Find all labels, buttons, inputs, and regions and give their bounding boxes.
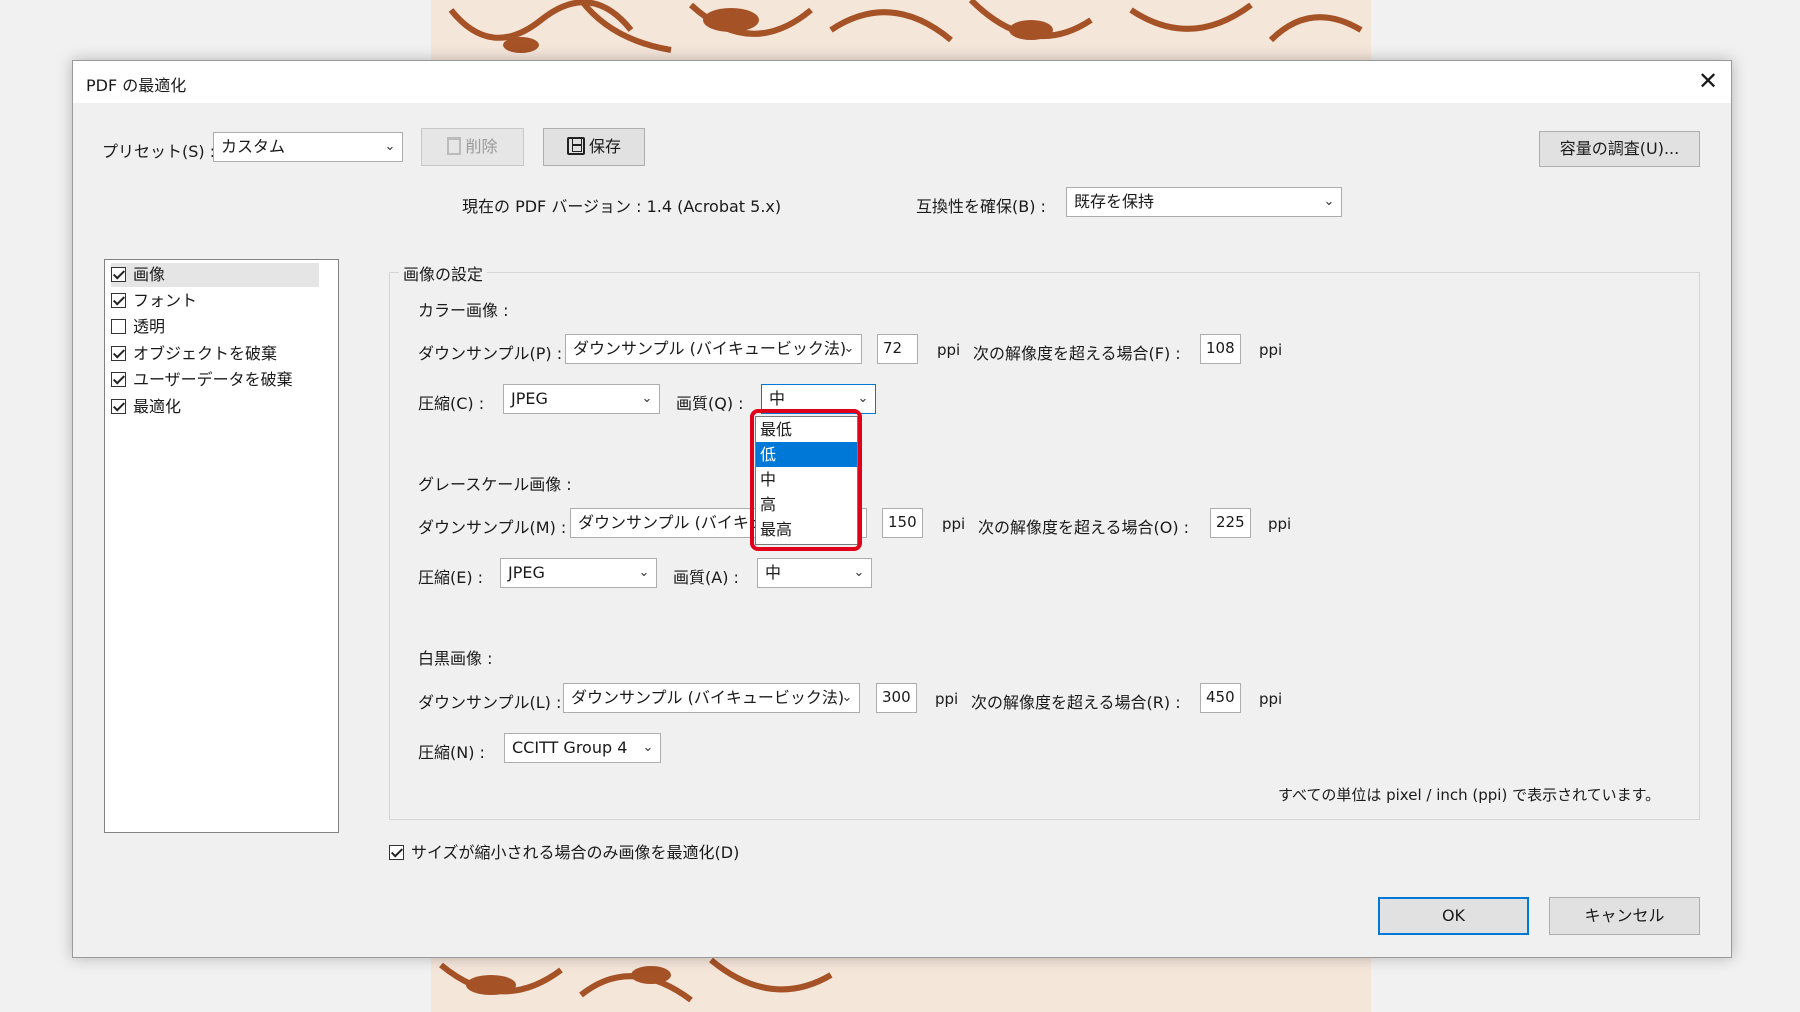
optimize-only-if-smaller-checkbox[interactable] bbox=[389, 845, 404, 860]
color-downsample-value: ダウンサンプル (バイキュービック法) bbox=[573, 339, 847, 358]
checkbox-optimize[interactable] bbox=[111, 399, 126, 414]
checkbox-discard-user-data[interactable] bbox=[111, 372, 126, 387]
chevron-down-icon: ⌄ bbox=[638, 565, 650, 580]
close-icon[interactable]: ✕ bbox=[1685, 61, 1731, 103]
color-images-title: カラー画像 : bbox=[418, 301, 509, 320]
gray-above-label: 次の解像度を超える場合(O) : bbox=[978, 518, 1190, 537]
save-button[interactable]: 保存 bbox=[543, 128, 645, 166]
mono-above-label: 次の解像度を超える場合(R) : bbox=[971, 693, 1181, 712]
category-label: 透明 bbox=[133, 317, 166, 336]
color-downsample-label: ダウンサンプル(P) : bbox=[418, 344, 563, 363]
chevron-down-icon: ⌄ bbox=[841, 690, 853, 705]
image-settings-title: 画像の設定 bbox=[399, 261, 488, 285]
mono-downsample-value: ダウンサンプル (バイキュービック法) bbox=[571, 688, 845, 707]
title-bar: PDF の最適化 ✕ bbox=[73, 61, 1731, 103]
category-label: オブジェクトを破棄 bbox=[133, 344, 278, 363]
ppi-label: ppi bbox=[937, 341, 961, 359]
checkbox-fonts[interactable] bbox=[111, 293, 126, 308]
chevron-down-icon: ⌄ bbox=[384, 139, 396, 154]
trash-icon bbox=[447, 137, 462, 155]
preset-value: カスタム bbox=[221, 137, 286, 156]
highlight-annotation-frame bbox=[750, 409, 862, 551]
color-resolution-input[interactable]: 72 bbox=[877, 334, 918, 364]
category-label: 画像 bbox=[133, 265, 166, 284]
chevron-down-icon: ⌄ bbox=[853, 565, 865, 580]
compatibility-select[interactable]: 既存を保持 ⌄ bbox=[1066, 187, 1342, 217]
category-item-discard-user-data[interactable]: ユーザーデータを破棄 bbox=[111, 368, 293, 392]
category-item-discard-objects[interactable]: オブジェクトを破棄 bbox=[111, 342, 277, 366]
ppi-label: ppi bbox=[1268, 515, 1292, 533]
gray-images-title: グレースケール画像 : bbox=[418, 475, 572, 494]
background-document-top bbox=[431, 0, 1371, 62]
category-item-images[interactable]: 画像 bbox=[111, 263, 319, 287]
category-label: 最適化 bbox=[133, 397, 182, 416]
mono-compression-label: 圧縮(N) : bbox=[418, 743, 485, 762]
ppi-label: ppi bbox=[1259, 690, 1283, 708]
optimize-only-if-smaller[interactable]: サイズが縮小される場合のみ画像を最適化(D) bbox=[389, 839, 739, 863]
gray-compression-select[interactable]: JPEG ⌄ bbox=[500, 558, 657, 588]
gray-quality-select[interactable]: 中 ⌄ bbox=[757, 558, 872, 588]
gray-compression-value: JPEG bbox=[508, 563, 545, 582]
mono-images-title: 白黒画像 : bbox=[418, 649, 493, 668]
color-quality-label: 画質(Q) : bbox=[676, 394, 744, 413]
category-item-fonts[interactable]: フォント bbox=[111, 289, 197, 313]
cancel-button[interactable]: キャンセル bbox=[1549, 897, 1700, 935]
gray-above-resolution-input[interactable]: 225 bbox=[1210, 508, 1251, 538]
color-downsample-select[interactable]: ダウンサンプル (バイキュービック法) ⌄ bbox=[565, 334, 862, 364]
background-illustration bbox=[448, 0, 1363, 53]
gray-quality-label: 画質(A) : bbox=[673, 568, 739, 587]
gray-downsample-label: ダウンサンプル(M) : bbox=[418, 518, 567, 537]
pdf-version-text: 現在の PDF バージョン : 1.4 (Acrobat 5.x) bbox=[462, 197, 782, 216]
background-illustration bbox=[439, 957, 833, 1003]
gray-quality-value: 中 bbox=[765, 563, 782, 582]
ppi-label: ppi bbox=[1259, 341, 1283, 359]
preset-label: プリセット(S) : bbox=[102, 142, 216, 161]
mono-downsample-select[interactable]: ダウンサンプル (バイキュービック法) ⌄ bbox=[563, 683, 860, 713]
preset-select[interactable]: カスタム ⌄ bbox=[213, 132, 403, 162]
gray-compression-label: 圧縮(E) : bbox=[418, 568, 484, 587]
chevron-down-icon: ⌄ bbox=[843, 341, 855, 356]
ppi-label: ppi bbox=[942, 515, 966, 533]
color-quality-value: 中 bbox=[769, 389, 786, 408]
color-compression-select[interactable]: JPEG ⌄ bbox=[503, 384, 660, 414]
color-above-resolution-input[interactable]: 108 bbox=[1200, 334, 1241, 364]
units-note: すべての単位は pixel / inch (ppi) で表示されています。 bbox=[1278, 786, 1661, 804]
mono-resolution-input[interactable]: 300 bbox=[876, 683, 917, 713]
gray-resolution-input[interactable]: 150 bbox=[882, 508, 923, 538]
compatibility-label: 互換性を確保(B) : bbox=[916, 197, 1046, 216]
dialog-title: PDF の最適化 bbox=[86, 76, 187, 95]
category-label: フォント bbox=[133, 291, 198, 310]
chevron-down-icon: ⌄ bbox=[641, 391, 653, 406]
save-button-label: 保存 bbox=[588, 137, 621, 156]
category-item-transparency[interactable]: 透明 bbox=[111, 315, 165, 339]
save-icon bbox=[566, 137, 585, 155]
pdf-optimizer-dialog: PDF の最適化 ✕ プリセット(S) : カスタム ⌄ 削除 保存 容量の調査… bbox=[72, 60, 1732, 958]
checkbox-discard-objects[interactable] bbox=[111, 346, 126, 361]
ok-button[interactable]: OK bbox=[1378, 897, 1529, 935]
mono-above-resolution-input[interactable]: 450 bbox=[1200, 683, 1241, 713]
chevron-down-icon: ⌄ bbox=[1323, 194, 1335, 209]
color-compression-value: JPEG bbox=[511, 389, 548, 408]
color-above-label: 次の解像度を超える場合(F) : bbox=[973, 344, 1181, 363]
mono-downsample-label: ダウンサンプル(L) : bbox=[418, 693, 562, 712]
category-label: ユーザーデータを破棄 bbox=[133, 370, 293, 389]
checkbox-transparency[interactable] bbox=[111, 319, 126, 334]
chevron-down-icon: ⌄ bbox=[642, 740, 654, 755]
audit-space-button[interactable]: 容量の調査(U)... bbox=[1539, 131, 1700, 167]
optimize-only-if-smaller-label: サイズが縮小される場合のみ画像を最適化(D) bbox=[411, 843, 740, 862]
ppi-label: ppi bbox=[935, 690, 959, 708]
mono-compression-select[interactable]: CCITT Group 4 ⌄ bbox=[504, 733, 661, 763]
category-item-optimize[interactable]: 最適化 bbox=[111, 395, 181, 419]
checkbox-images[interactable] bbox=[111, 267, 126, 282]
background-document-bottom bbox=[431, 955, 1371, 1012]
delete-button-label: 削除 bbox=[465, 137, 498, 156]
color-compression-label: 圧縮(C) : bbox=[418, 394, 485, 413]
compatibility-value: 既存を保持 bbox=[1074, 192, 1155, 211]
delete-button[interactable]: 削除 bbox=[421, 128, 524, 166]
mono-compression-value: CCITT Group 4 bbox=[512, 738, 628, 757]
category-list: 画像 フォント 透明 オブジェクトを破棄 ユーザーデータを破棄 最適化 bbox=[104, 259, 339, 833]
